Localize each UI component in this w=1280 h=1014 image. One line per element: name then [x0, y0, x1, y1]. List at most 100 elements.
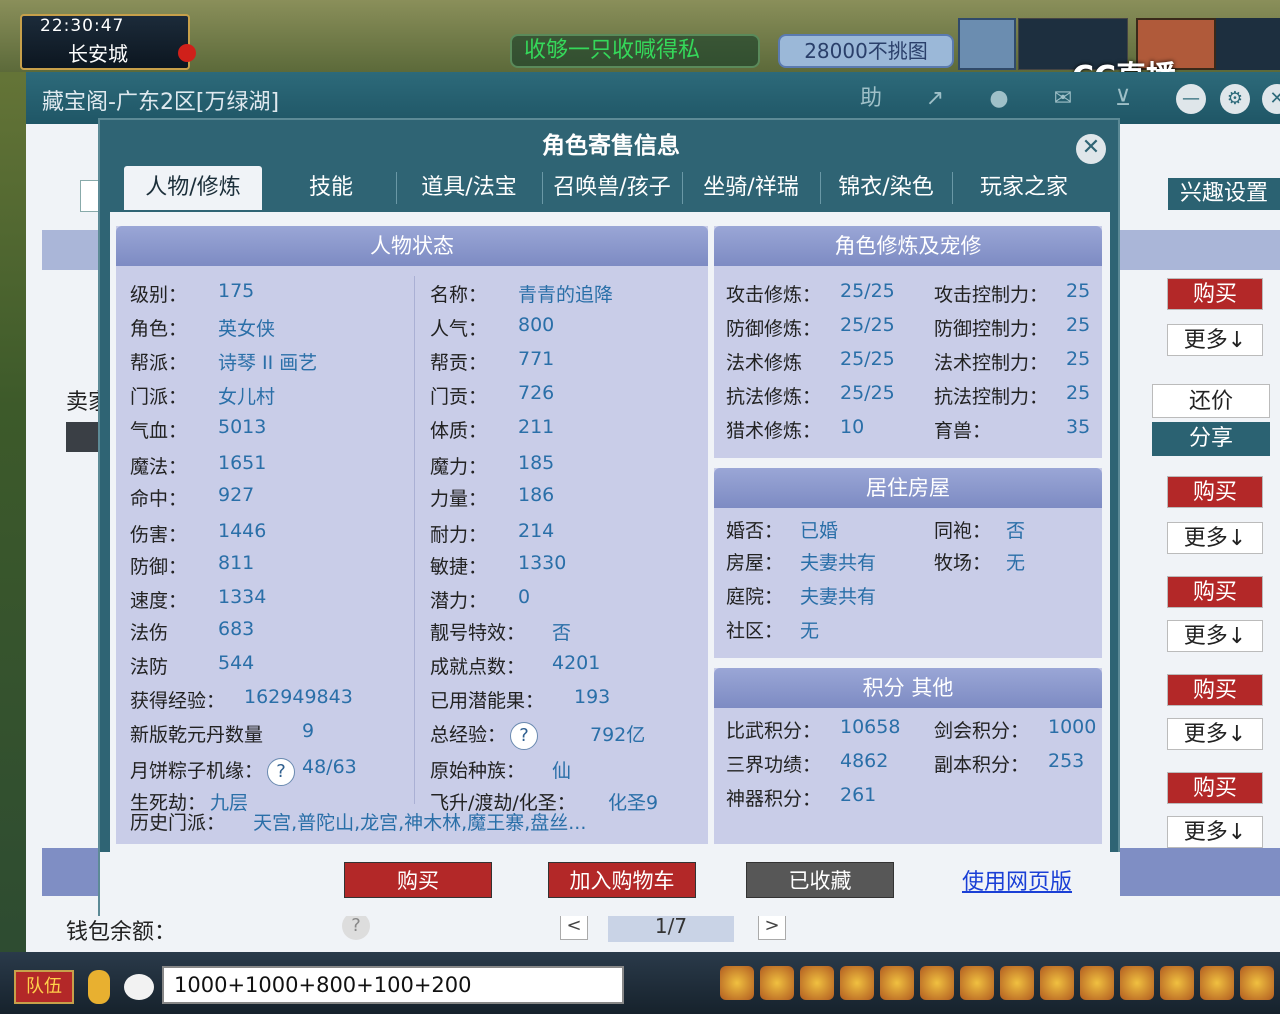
stat-value: 193: [574, 686, 611, 708]
stat-label: 成就点数：: [430, 656, 526, 678]
stat-value: 25: [1066, 382, 1091, 404]
help-icon[interactable]: ?: [267, 757, 296, 786]
sword-icon[interactable]: [720, 966, 754, 1000]
scroll-icon[interactable]: [960, 966, 994, 1000]
stat-row: 原始种族： 仙: [430, 756, 571, 783]
list-more-button[interactable]: 更多↓: [1167, 816, 1263, 848]
stat-label: 法防: [130, 656, 169, 678]
chest-icon[interactable]: [760, 966, 794, 1000]
stat-value: 726: [518, 382, 555, 404]
stat-value: 青青的追降: [518, 284, 614, 306]
list-more-button[interactable]: 更多↓: [1167, 324, 1263, 356]
stat-row: 成就点数： 4201: [430, 652, 600, 679]
pager-prev-button[interactable]: <: [560, 912, 588, 940]
lantern-icon[interactable]: [1000, 966, 1034, 1000]
top-hud: 22:30:47 长安城 收够一只收喊得私 28000不挑图 CC直播: [0, 0, 1280, 95]
chat-bubble-icon[interactable]: [124, 974, 154, 1000]
list-more-button[interactable]: 更多↓: [1167, 522, 1263, 554]
stat-value: 25/25: [840, 382, 895, 404]
stat-value: 10658: [840, 716, 901, 738]
list-more-button[interactable]: 更多↓: [1167, 620, 1263, 652]
stat-label: 攻击修炼：: [726, 284, 822, 306]
haggle-button[interactable]: 还价: [1152, 384, 1270, 418]
stat-label: 门贡：: [430, 386, 488, 408]
list-buy-button[interactable]: 购买: [1167, 576, 1263, 608]
stat-value: 9: [302, 720, 315, 742]
gift-icon[interactable]: [800, 966, 834, 1000]
minimize-icon[interactable]: —: [1176, 84, 1206, 114]
share-button[interactable]: 分享: [1152, 422, 1270, 456]
stat-label: 速度：: [130, 590, 188, 612]
list-buy-button[interactable]: 购买: [1167, 476, 1263, 508]
stat-value: 0: [518, 586, 531, 608]
interest-settings-button[interactable]: 兴趣设置: [1168, 178, 1280, 210]
tab-summons[interactable]: 召唤兽/孩子: [544, 166, 680, 210]
tab-character[interactable]: 人物/修炼: [124, 166, 262, 210]
chat-bubble-icon[interactable]: ✉: [1046, 84, 1080, 114]
stat-value: 夫妻共有: [800, 552, 877, 574]
tab-skills[interactable]: 技能: [270, 166, 392, 210]
fan-icon[interactable]: [840, 966, 874, 1000]
dialog-close-icon[interactable]: ✕: [1076, 134, 1106, 164]
stat-value: 185: [518, 452, 555, 474]
chat-input[interactable]: [162, 966, 624, 1004]
tab-separator: [820, 172, 821, 204]
history-sect-row: 历史门派： 天宫,普陀山,龙宫,神木林,魔王寨,盘丝...: [130, 808, 586, 835]
stat-label: 房屋：: [726, 552, 784, 574]
wallet-help-icon[interactable]: ?: [342, 912, 370, 940]
share-arrow-icon[interactable]: ↗: [918, 84, 952, 114]
stat-row: 潜力： 0: [430, 586, 530, 613]
help-button[interactable]: 助: [854, 84, 888, 114]
stat-label: 副本积分：: [934, 754, 1030, 776]
smiley-icon[interactable]: [1200, 966, 1234, 1000]
list-buy-button[interactable]: 购买: [1167, 278, 1263, 310]
stop-icon[interactable]: ●: [982, 84, 1016, 114]
buy-button[interactable]: 购买: [344, 862, 492, 898]
system-icon[interactable]: [1240, 966, 1274, 1000]
help-icon[interactable]: ?: [510, 721, 539, 750]
handshake-icon[interactable]: [1160, 966, 1194, 1000]
stat-label: 门派：: [130, 386, 188, 408]
pet-avatar[interactable]: [958, 18, 1016, 70]
stat-label: 总经验：: [430, 724, 507, 746]
favorited-button[interactable]: 已收藏: [746, 862, 894, 898]
character-icon[interactable]: [880, 966, 914, 1000]
stat-value: 253: [1048, 750, 1085, 772]
tab-player-home[interactable]: 玩家之家: [956, 166, 1092, 210]
map-icon[interactable]: [1080, 966, 1114, 1000]
player-status-bars: [1216, 18, 1280, 70]
player-banner-right: 28000不挑图: [778, 34, 954, 68]
bag-icon[interactable]: [920, 966, 954, 1000]
tab-outfits[interactable]: 锦衣/染色: [824, 166, 948, 210]
cart-icon[interactable]: ⊻: [1106, 84, 1140, 114]
stat-value: 仙: [552, 760, 572, 782]
stat-label: 猎术修炼：: [726, 420, 822, 442]
web-version-link[interactable]: 使用网页版: [962, 864, 1072, 896]
add-to-cart-button[interactable]: 加入购物车: [548, 862, 696, 898]
stat-value: 771: [518, 348, 555, 370]
panel-title: 积分 其他: [714, 668, 1102, 708]
settings-gear-icon[interactable]: ⚙: [1220, 84, 1250, 114]
horn-icon[interactable]: [1040, 966, 1074, 1000]
stat-value: 35: [1066, 416, 1091, 438]
stat-value: 25: [1066, 314, 1091, 336]
microphone-icon[interactable]: [88, 970, 110, 1004]
stat-row: 总经验：? 792亿: [430, 720, 645, 750]
tab-mounts[interactable]: 坐骑/祥瑞: [684, 166, 818, 210]
list-buy-button[interactable]: 购买: [1167, 772, 1263, 804]
list-buy-button[interactable]: 购买: [1167, 674, 1263, 706]
stat-row: 魔法： 1651: [130, 452, 266, 479]
stat-row: 敏捷： 1330: [430, 552, 566, 579]
team-button[interactable]: 队伍: [14, 970, 74, 1004]
tab-items[interactable]: 道具/法宝: [400, 166, 538, 210]
list-more-button[interactable]: 更多↓: [1167, 718, 1263, 750]
stat-label: 气血：: [130, 420, 188, 442]
peach-icon[interactable]: [1120, 966, 1154, 1000]
close-icon[interactable]: ✕: [1262, 84, 1280, 114]
pager-next-button[interactable]: >: [758, 912, 786, 940]
stat-label: 体质：: [430, 420, 488, 442]
stat-value: 162949843: [244, 686, 353, 708]
stat-row: 已用潜能果： 193: [430, 686, 610, 713]
stat-label: 牧场：: [934, 552, 992, 574]
stat-value: 214: [518, 520, 555, 542]
